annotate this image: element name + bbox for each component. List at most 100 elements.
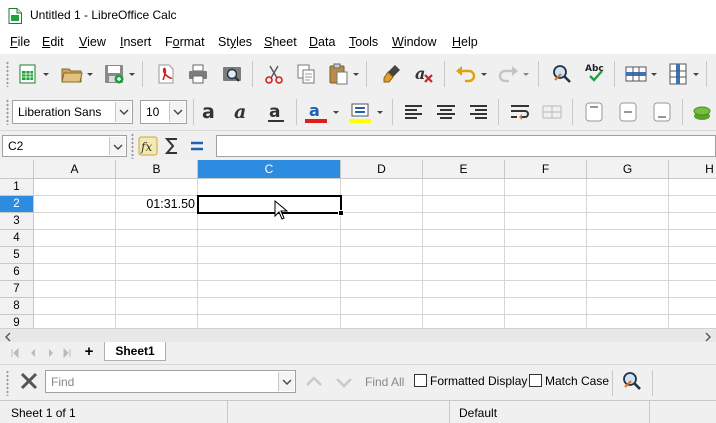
highlight-color-icon[interactable]	[348, 100, 372, 124]
sheet-tab-sheet1[interactable]: Sheet1	[104, 342, 166, 361]
print-preview-icon[interactable]	[220, 62, 244, 86]
underline-icon[interactable]: a	[264, 100, 288, 124]
menu-help[interactable]: Help	[452, 35, 478, 49]
row-dropdown-icon[interactable]	[650, 62, 658, 86]
menu-sheet[interactable]: Sheet	[264, 35, 297, 49]
menu-edit[interactable]: Edit	[42, 35, 64, 49]
center-vertically-icon[interactable]	[616, 100, 640, 124]
status-page-style[interactable]: Default	[450, 401, 650, 423]
font-name-combo[interactable]: Liberation Sans	[12, 100, 133, 124]
column-dropdown-icon[interactable]	[692, 62, 700, 86]
formula-input[interactable]	[216, 135, 716, 157]
close-find-bar-icon[interactable]	[17, 369, 41, 393]
wrap-text-icon[interactable]	[508, 100, 532, 124]
name-box[interactable]: C2	[2, 135, 127, 157]
first-sheet-icon[interactable]	[10, 347, 20, 359]
row-icon[interactable]	[624, 62, 648, 86]
formatted-display-checkbox[interactable]	[414, 374, 427, 387]
font-color-dropdown-icon[interactable]	[332, 100, 340, 124]
sum-icon[interactable]	[160, 134, 184, 158]
copy-icon[interactable]	[294, 62, 318, 86]
align-bottom-icon[interactable]	[650, 100, 674, 124]
redo-icon[interactable]	[496, 62, 520, 86]
formula-icon[interactable]	[185, 134, 209, 158]
align-top-icon[interactable]	[582, 100, 606, 124]
align-right-icon[interactable]	[466, 100, 490, 124]
paste-icon[interactable]	[326, 62, 350, 86]
add-sheet-button[interactable]: +	[82, 344, 96, 360]
align-center-icon[interactable]	[434, 100, 458, 124]
paste-dropdown-icon[interactable]	[352, 62, 360, 86]
new-dropdown-icon[interactable]	[42, 62, 50, 86]
column-header[interactable]: A	[34, 160, 116, 179]
undo-icon[interactable]	[454, 62, 478, 86]
save-dropdown-icon[interactable]	[128, 62, 136, 86]
row-header[interactable]: 3	[0, 213, 34, 230]
new-spreadsheet-icon[interactable]	[16, 62, 40, 86]
open-folder-icon[interactable]	[60, 62, 84, 86]
font-size-combo[interactable]: 10	[140, 100, 187, 124]
row-header-selected[interactable]: 2	[0, 196, 34, 213]
align-left-icon[interactable]	[402, 100, 426, 124]
currency-format-icon[interactable]	[690, 100, 714, 124]
row-header[interactable]: 9	[0, 315, 34, 328]
column-header[interactable]: B	[116, 160, 198, 179]
undo-dropdown-icon[interactable]	[480, 62, 488, 86]
bold-icon[interactable]: a	[198, 100, 222, 124]
column-header[interactable]: D	[341, 160, 423, 179]
font-name-dropdown-icon[interactable]	[115, 102, 131, 122]
column-header[interactable]: E	[423, 160, 505, 179]
row-header[interactable]: 7	[0, 281, 34, 298]
find-all-button[interactable]: Find All	[365, 375, 404, 389]
merge-cells-icon[interactable]	[540, 100, 564, 124]
spreadsheet-grid[interactable]: A B C D E F G H 1 2 3 4 5 6 7 8 9 01:31.…	[0, 160, 716, 328]
find-replace-dialog-icon[interactable]	[620, 369, 644, 393]
print-icon[interactable]	[186, 62, 210, 86]
scroll-right-icon[interactable]	[704, 331, 712, 342]
export-pdf-icon[interactable]	[154, 62, 178, 86]
clone-formatting-icon[interactable]	[380, 62, 404, 86]
spelling-icon[interactable]: Abc	[584, 60, 608, 84]
column-header[interactable]: H	[669, 160, 716, 179]
menu-window[interactable]: Window	[392, 35, 436, 49]
toolbar-grip[interactable]	[131, 133, 134, 159]
menu-view[interactable]: View	[79, 35, 106, 49]
font-size-dropdown-icon[interactable]	[169, 102, 185, 122]
redo-dropdown-icon[interactable]	[522, 62, 530, 86]
clear-formatting-icon[interactable]: a	[412, 62, 436, 86]
active-cell-c2[interactable]	[197, 195, 342, 214]
column-icon[interactable]	[666, 62, 690, 86]
column-header[interactable]: F	[505, 160, 587, 179]
name-box-dropdown-icon[interactable]	[109, 137, 125, 155]
open-dropdown-icon[interactable]	[86, 62, 94, 86]
cut-icon[interactable]	[262, 62, 286, 86]
menu-format[interactable]: Format	[165, 35, 205, 49]
match-case-checkbox[interactable]	[529, 374, 542, 387]
scroll-left-icon[interactable]	[4, 331, 12, 342]
row-header[interactable]: 8	[0, 298, 34, 315]
status-sheet-position[interactable]: Sheet 1 of 1	[0, 401, 228, 423]
menu-data[interactable]: Data	[309, 35, 335, 49]
horizontal-scrollbar[interactable]	[0, 328, 716, 342]
find-replace-icon[interactable]	[550, 62, 574, 86]
last-sheet-icon[interactable]	[62, 347, 72, 359]
fill-handle[interactable]	[338, 210, 344, 216]
italic-icon[interactable]: a	[230, 100, 254, 124]
row-header[interactable]: 1	[0, 179, 34, 196]
select-all-corner[interactable]	[0, 160, 34, 179]
next-sheet-icon[interactable]	[46, 347, 56, 359]
column-header[interactable]: G	[587, 160, 669, 179]
column-header-selected[interactable]: C	[198, 160, 341, 179]
highlight-dropdown-icon[interactable]	[376, 100, 384, 124]
row-header[interactable]: 4	[0, 230, 34, 247]
toolbar-grip[interactable]	[6, 99, 9, 125]
cell-b2[interactable]: 01:31.50	[116, 196, 195, 213]
row-header[interactable]: 6	[0, 264, 34, 281]
find-next-icon[interactable]	[332, 370, 356, 394]
previous-sheet-icon[interactable]	[28, 347, 38, 359]
font-color-icon[interactable]: a	[304, 100, 328, 124]
save-icon[interactable]	[102, 62, 126, 86]
menu-file[interactable]: File	[10, 35, 30, 49]
toolbar-grip[interactable]	[6, 370, 9, 396]
find-previous-icon[interactable]	[302, 370, 326, 394]
